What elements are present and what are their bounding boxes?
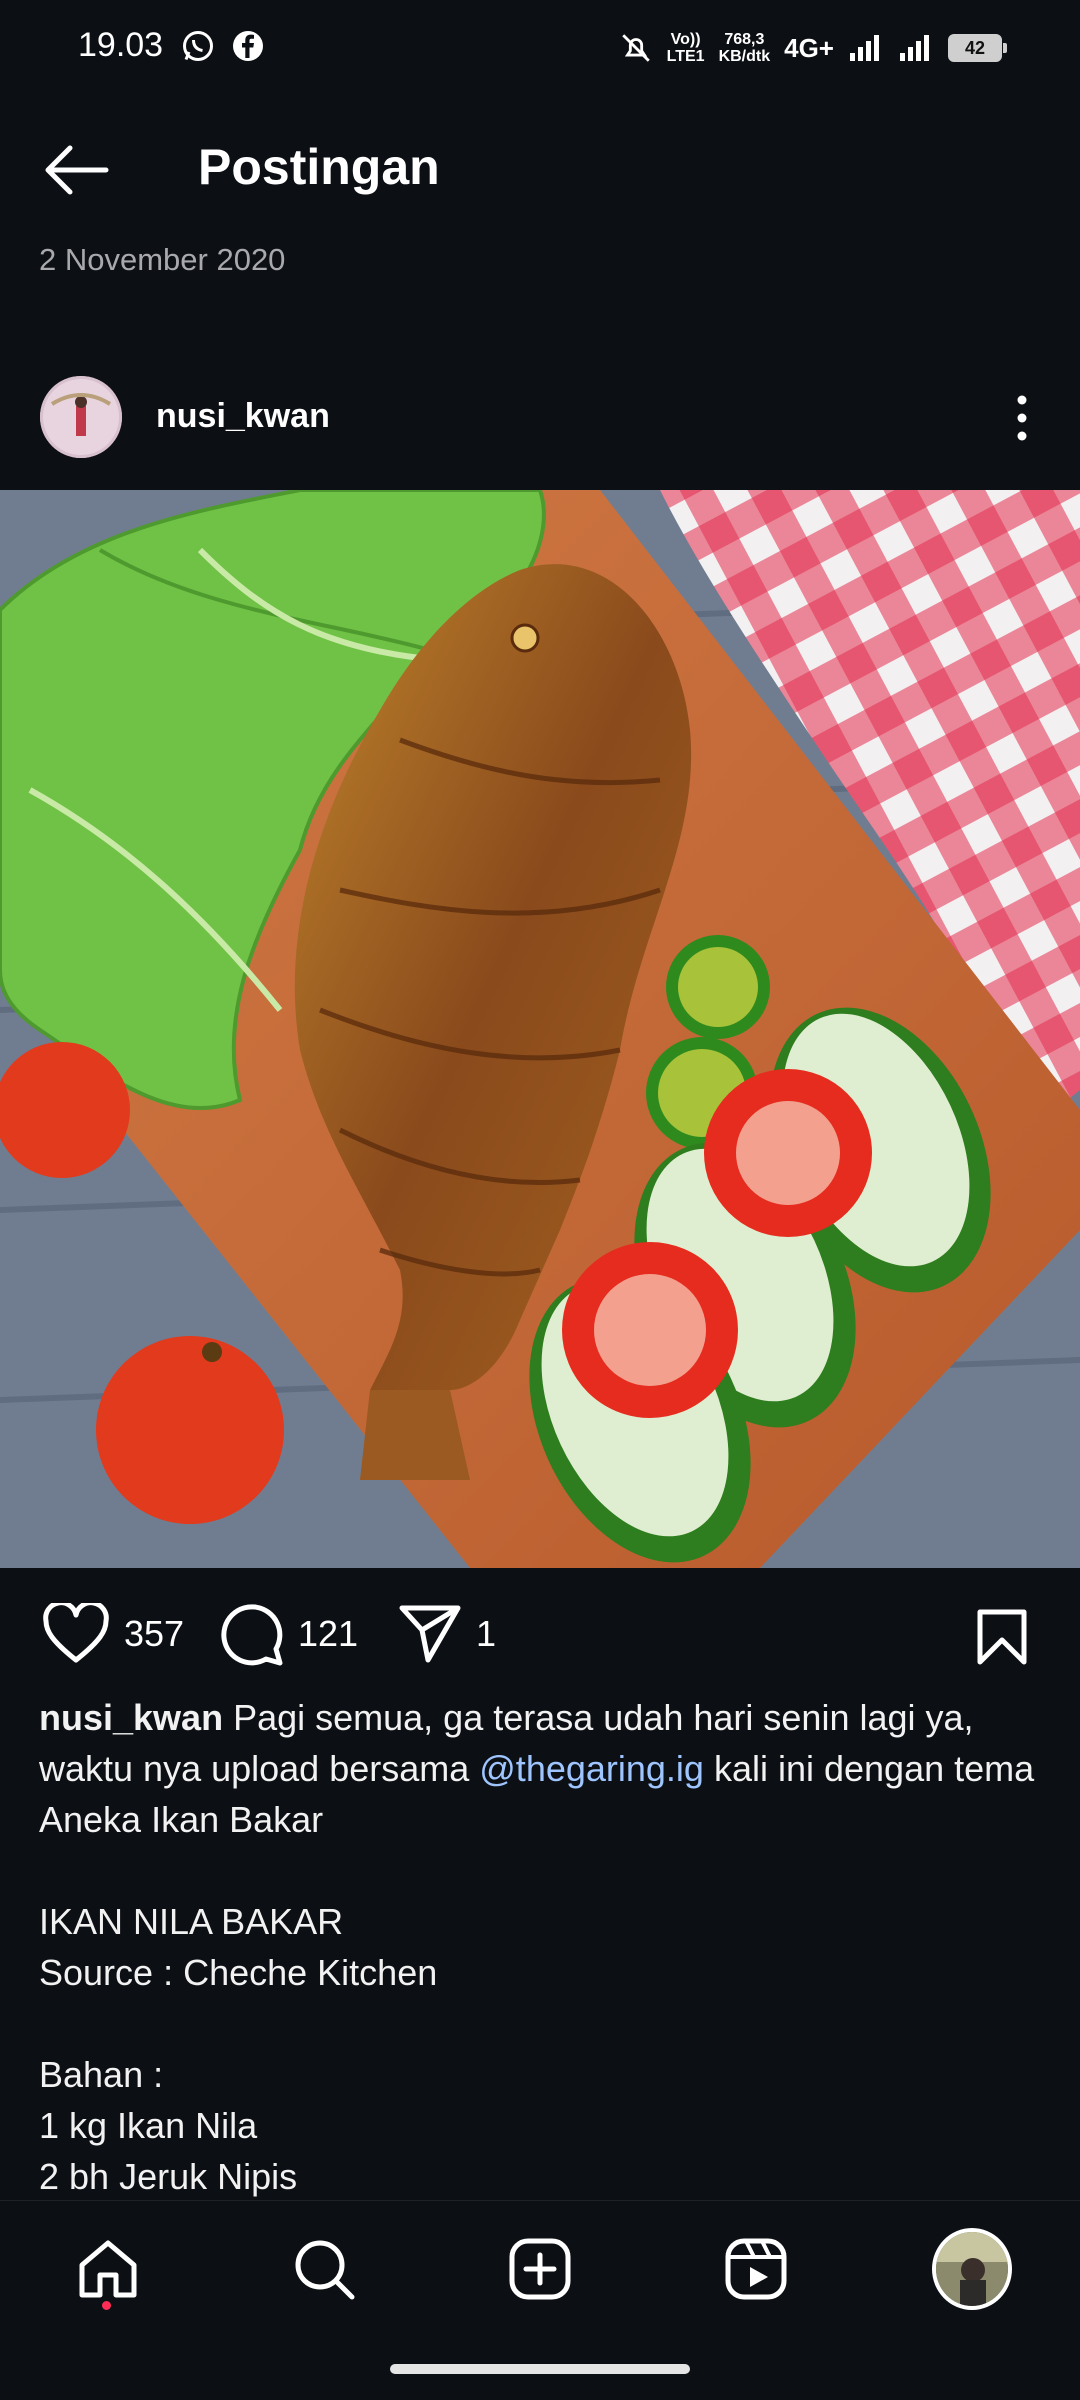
grilled-fish-photo [0, 490, 1080, 1568]
share-group: 1 [398, 1590, 496, 1678]
caption-ingredient-1: 1 kg Ikan Nila [39, 2105, 258, 2146]
mute-bell-icon [621, 34, 650, 62]
search-icon [295, 2240, 355, 2300]
network-type: 4G+ [784, 32, 834, 63]
avatar-image [40, 376, 122, 458]
nav-home[interactable] [68, 2229, 148, 2309]
share-count[interactable]: 1 [476, 1613, 496, 1655]
comment-icon[interactable] [218, 1601, 284, 1667]
heart-icon[interactable] [42, 1603, 110, 1665]
facebook-icon [233, 31, 263, 61]
send-icon[interactable] [398, 1604, 462, 1664]
signal-icon-2 [900, 35, 929, 61]
caption-intro: nusi_kwan Pagi semua, ga terasa udah har… [39, 1692, 1049, 1845]
profile-avatar [932, 2228, 1012, 2310]
volte-indicator: Vo)) LTE1 [667, 31, 705, 65]
add-icon [509, 2238, 571, 2300]
like-group: 357 [42, 1590, 184, 1678]
profile-avatar-image [936, 2232, 1008, 2306]
page-title: Postingan [198, 139, 440, 195]
comment-count[interactable]: 121 [298, 1613, 358, 1655]
bookmark-icon[interactable] [976, 1608, 1028, 1666]
bottom-navigation [0, 2200, 1080, 2341]
whatsapp-icon [183, 31, 213, 61]
back-button[interactable] [40, 140, 112, 200]
caption-ingredient-2: 2 bh Jeruk Nipis [39, 2156, 298, 2197]
nav-search[interactable] [284, 2229, 364, 2309]
post-username[interactable]: nusi_kwan [156, 397, 330, 436]
caption-recipe-title: IKAN NILA BAKAR [39, 1901, 344, 1942]
post-photo[interactable] [0, 490, 1080, 1568]
status-bar: 19.03 Vo)) LTE1 768,3 KB/dtk 4G+ 42 [0, 0, 1080, 96]
notification-dot [102, 2301, 111, 2310]
speed-unit: KB/dtk [718, 48, 771, 65]
comment-group: 121 [218, 1590, 358, 1678]
status-indicators: Vo)) LTE1 768,3 KB/dtk 4G+ 42 [619, 24, 1007, 72]
post-caption: nusi_kwan Pagi semua, ga terasa udah har… [39, 1692, 1049, 2202]
lte-label: LTE1 [666, 48, 705, 65]
caption-username[interactable]: nusi_kwan [39, 1697, 223, 1738]
reels-icon [725, 2238, 787, 2300]
battery-icon: 42 [948, 34, 1007, 62]
nav-create[interactable] [500, 2229, 580, 2309]
caption-spacer-2 [39, 1998, 1049, 2049]
speed-value: 768,3 [724, 31, 765, 48]
more-options-button[interactable] [1002, 392, 1042, 444]
volte-label: Vo)) [670, 31, 701, 48]
network-speed: 768,3 KB/dtk [719, 31, 771, 65]
nav-reels[interactable] [716, 2229, 796, 2309]
signal-icon [850, 35, 879, 61]
user-avatar[interactable] [40, 376, 122, 458]
home-icon [79, 2240, 137, 2298]
post-date: 2 November 2020 [39, 242, 286, 277]
post-actions: 357 121 1 [0, 1590, 1080, 1678]
like-count[interactable]: 357 [124, 1613, 184, 1655]
nav-profile[interactable] [932, 2228, 1012, 2310]
home-indicator[interactable] [390, 2364, 690, 2374]
caption-mention[interactable]: @thegaring.ig [479, 1748, 704, 1789]
caption-bahan: Bahan : [39, 2054, 164, 2095]
caption-source: Source : Cheche Kitchen [39, 1952, 438, 1993]
status-time: 19.03 [78, 26, 164, 64]
